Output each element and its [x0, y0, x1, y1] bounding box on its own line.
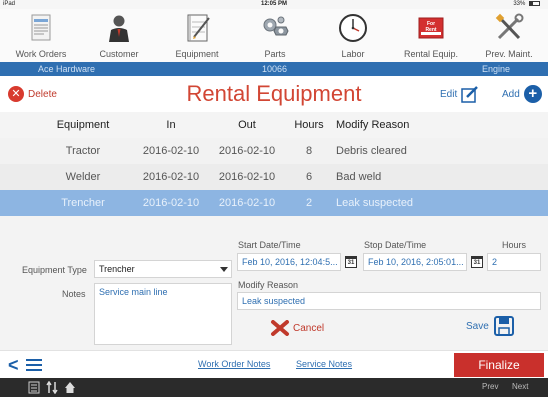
- work-orders-icon: [31, 14, 51, 41]
- cancel-x-icon: [271, 320, 289, 336]
- add-icon: +: [523, 85, 542, 103]
- nav-label: Prev. Maint.: [485, 49, 533, 59]
- nav-item-customer[interactable]: Customer: [80, 9, 158, 62]
- notes-label: Notes: [62, 289, 86, 299]
- column-header-modify-reason: Modify Reason: [336, 119, 410, 131]
- prev-button[interactable]: Prev: [482, 382, 498, 391]
- stop-calendar-icon[interactable]: 31: [471, 256, 483, 268]
- nav-label: Work Orders: [15, 49, 67, 59]
- sort-icon[interactable]: [46, 381, 58, 394]
- nav-label: Labor: [341, 49, 365, 59]
- chevron-down-icon: [220, 267, 228, 272]
- cancel-button[interactable]: Cancel: [270, 320, 324, 336]
- equipment-icon: [187, 14, 210, 42]
- nav-item-parts[interactable]: Parts: [236, 9, 314, 62]
- finalize-button[interactable]: Finalize: [454, 353, 544, 377]
- cell-in: 2016-02-10: [142, 145, 200, 157]
- nav-item-prev-maint[interactable]: Prev. Maint.: [470, 9, 548, 62]
- cell-hours: 6: [305, 171, 313, 183]
- equipment-type-label: Equipment Type: [22, 265, 87, 275]
- nav-item-equipment[interactable]: Equipment: [158, 9, 236, 62]
- cell-out: 2016-02-10: [218, 145, 276, 157]
- bottom-action-bar: < Work Order Notes Service Notes Finaliz…: [0, 350, 548, 378]
- table-row-selected[interactable]: Trencher 2016-02-10 2016-02-10 2 Leak su…: [0, 190, 548, 216]
- column-header-hours: Hours: [294, 119, 324, 131]
- column-header-in: In: [166, 119, 176, 131]
- nav-item-rental-equip[interactable]: For Rent Rental Equip.: [392, 9, 470, 62]
- save-label: Save: [466, 320, 489, 332]
- rental-detail-form: Start Date/Time Feb 10, 2016, 12:04:5...…: [0, 216, 548, 350]
- battery-percent: 33%: [513, 1, 526, 7]
- stop-datetime-label: Stop Date/Time: [364, 240, 427, 250]
- hours-label: Hours: [502, 240, 527, 250]
- cell-equipment: Tractor: [65, 145, 101, 157]
- battery-icon: [529, 0, 540, 6]
- stop-datetime-field[interactable]: Feb 10, 2016, 2:05:01...: [363, 253, 467, 271]
- rental-equipment-table: Equipment In Out Hours Modify Reason Tra…: [0, 112, 548, 216]
- work-order-number: 10066: [262, 64, 288, 74]
- cell-hours: 8: [305, 145, 313, 157]
- nav-item-work-orders[interactable]: Work Orders: [2, 9, 80, 62]
- back-chevron-icon[interactable]: <: [8, 355, 19, 376]
- nav-label: Equipment: [175, 49, 219, 59]
- cell-equipment: Trencher: [61, 197, 105, 209]
- work-order-info-strip: Ace Hardware 10066 Engine: [0, 62, 548, 76]
- notes-textarea[interactable]: Service main line: [94, 283, 232, 345]
- add-button[interactable]: Add +: [502, 85, 542, 103]
- title-row: ✕ Delete Rental Equipment Edit Add +: [0, 76, 548, 112]
- tools-icon: [495, 13, 524, 40]
- labor-clock-icon: [339, 14, 367, 42]
- module-nav: Work Orders Customer Equipment Parts Lab…: [0, 9, 548, 62]
- home-icon[interactable]: [64, 381, 76, 394]
- edit-label: Edit: [440, 88, 458, 100]
- customer-name: Ace Hardware: [38, 64, 96, 74]
- table-row[interactable]: Welder 2016-02-10 2016-02-10 6 Bad weld: [0, 164, 548, 190]
- nav-item-labor[interactable]: Labor: [314, 9, 392, 62]
- save-button[interactable]: Save: [466, 316, 514, 336]
- start-datetime-field[interactable]: Feb 10, 2016, 12:04:5...: [237, 253, 341, 271]
- table-header: Equipment In Out Hours Modify Reason: [0, 112, 548, 138]
- cancel-label: Cancel: [293, 322, 325, 334]
- rental-sign-text: For Rent: [425, 21, 437, 33]
- equipment-category: Engine: [482, 64, 511, 74]
- hours-field[interactable]: 2: [487, 253, 541, 271]
- nav-label: Parts: [264, 49, 286, 59]
- start-datetime-label: Start Date/Time: [238, 240, 301, 250]
- edit-pencil-icon: [461, 86, 479, 103]
- modify-reason-label: Modify Reason: [238, 280, 299, 290]
- equipment-type-select[interactable]: Trencher: [94, 260, 232, 278]
- table-row[interactable]: Tractor 2016-02-10 2016-02-10 8 Debris c…: [0, 138, 548, 164]
- clock: 12:05 PM: [260, 1, 287, 7]
- parts-icon: [263, 16, 289, 36]
- battery-indicator: 33%: [513, 0, 540, 9]
- cell-modify-reason: Bad weld: [336, 171, 382, 183]
- cell-in: 2016-02-10: [142, 197, 200, 209]
- status-bar: iPad 12:05 PM 33%: [0, 0, 548, 9]
- work-order-notes-link[interactable]: Work Order Notes: [198, 359, 270, 369]
- cell-modify-reason: Leak suspected: [336, 197, 414, 209]
- bottom-toolbar: Prev Next: [0, 378, 548, 397]
- menu-icon[interactable]: [26, 359, 42, 371]
- nav-label: Rental Equip.: [403, 49, 459, 59]
- modify-reason-field[interactable]: Leak suspected: [237, 292, 541, 310]
- next-button[interactable]: Next: [512, 382, 528, 391]
- start-calendar-icon[interactable]: 31: [345, 256, 357, 268]
- nav-label: Customer: [99, 49, 139, 59]
- column-header-equipment: Equipment: [56, 119, 110, 131]
- customer-icon: [109, 15, 129, 42]
- cell-hours: 2: [305, 197, 313, 209]
- save-disk-icon: [493, 316, 514, 336]
- add-label: Add: [502, 88, 520, 100]
- cell-modify-reason: Debris cleared: [336, 145, 407, 157]
- cell-out: 2016-02-10: [218, 197, 276, 209]
- column-header-out: Out: [238, 119, 256, 131]
- cell-in: 2016-02-10: [142, 171, 200, 183]
- edit-button[interactable]: Edit: [440, 85, 479, 103]
- cell-equipment: Welder: [65, 171, 101, 183]
- cell-out: 2016-02-10: [218, 171, 276, 183]
- list-icon[interactable]: [28, 381, 40, 394]
- service-notes-link[interactable]: Service Notes: [296, 359, 352, 369]
